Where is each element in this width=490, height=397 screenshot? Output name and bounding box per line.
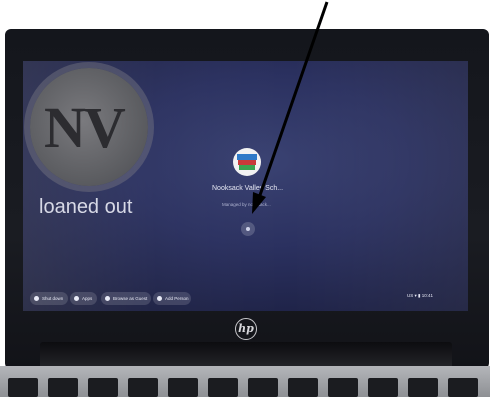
annotation-arrow (252, 1, 329, 214)
photo: NV loaned out Nooksack Valley Sch... Man… (0, 0, 490, 397)
